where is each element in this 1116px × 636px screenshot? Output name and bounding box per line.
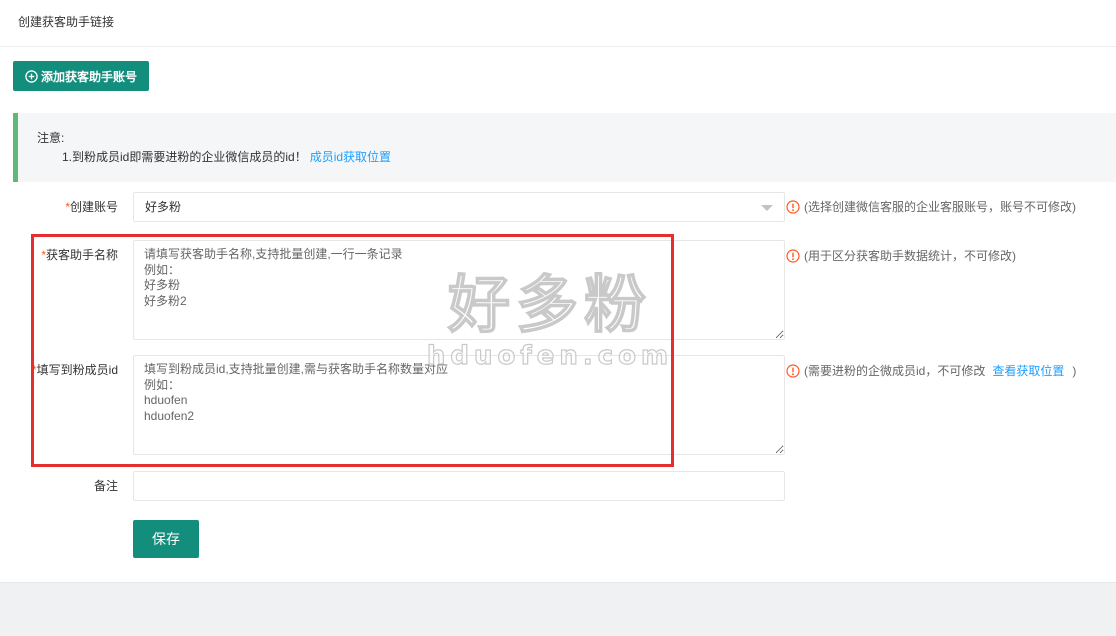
notice-box: 注意: 1.到粉成员id即需要进粉的企业微信成员的id！ 成员id获取位置 [13,113,1116,182]
page-title: 创建获客助手链接 [18,15,115,29]
assistant-name-label-text: 获客助手名称 [45,248,118,262]
save-button[interactable]: 保存 [133,520,199,558]
account-hint: (选择创建微信客服的企业客服账号，账号不可修改) [786,199,1076,215]
add-assistant-account-label: 添加获客助手账号 [40,69,137,84]
assistant-name-textarea[interactable] [133,240,785,340]
remark-input[interactable] [133,471,785,501]
notice-line: 1.到粉成员id即需要进粉的企业微信成员的id！ 成员id获取位置 [62,149,391,165]
info-icon [786,364,800,378]
info-icon [786,200,800,214]
member-id-location-link[interactable]: 成员id获取位置 [310,150,391,164]
member-id-textarea[interactable] [133,355,785,455]
member-id-label: *填写到粉成员id [28,362,118,378]
account-label: *创建账号 [60,199,118,215]
chevron-down-icon [761,205,773,211]
account-label-text: 创建账号 [69,200,118,214]
assistant-name-hint-text: (用于区分获客助手数据统计，不可修改) [804,249,1016,263]
assistant-name-hint: (用于区分获客助手数据统计，不可修改) [786,248,1016,264]
account-select-value: 好多粉 [145,200,182,214]
info-icon [786,249,800,263]
notice-title: 注意: [37,131,65,145]
page-header: 创建获客助手链接 [0,0,1116,47]
member-id-label-text: 填写到粉成员id [36,363,118,377]
add-assistant-account-button[interactable]: 添加获客助手账号 [13,61,149,91]
member-id-hint-suffix: ) [1072,364,1077,378]
account-select[interactable]: 好多粉 [133,192,785,222]
assistant-name-label: *获客助手名称 [36,247,118,263]
account-hint-text: (选择创建微信客服的企业客服账号，账号不可修改) [804,200,1076,214]
member-id-hint: (需要进粉的企微成员id，不可修改 查看获取位置) [786,363,1076,379]
plus-circle-icon [25,69,38,83]
member-id-hint-text: (需要进粉的企微成员id，不可修改 [804,364,986,378]
notice-text: 1.到粉成员id即需要进粉的企业微信成员的id！ [62,150,307,164]
main-panel: 创建获客助手链接 添加获客助手账号 注意: 1.到粉成员id即需要进粉的企业微信… [0,0,1116,583]
view-location-link[interactable]: 查看获取位置 [992,363,1064,379]
remark-label: 备注 [93,479,118,493]
